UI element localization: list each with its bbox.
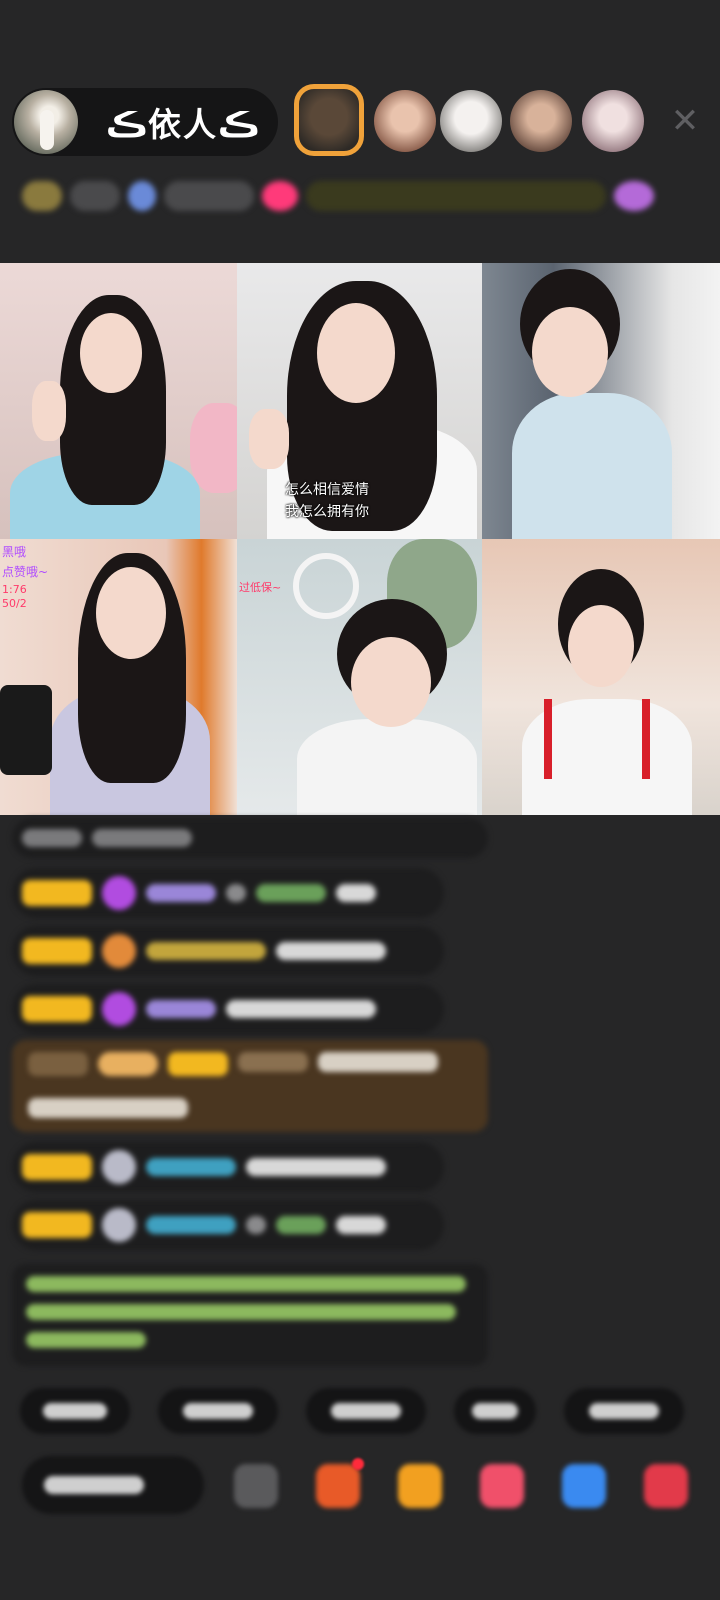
quick-reply-5[interactable] <box>564 1388 684 1434</box>
share-icon[interactable] <box>562 1464 606 1508</box>
level-badge <box>22 1154 92 1180</box>
video-grid: 怎么相信爱情 我怎么拥有你 黑哦 点赞哦~ 1:76 50/2 过低保~ <box>0 263 720 815</box>
video-tile-6[interactable] <box>482 539 720 815</box>
emoji-icon[interactable] <box>234 1464 278 1508</box>
guest-avatar-4[interactable] <box>510 90 572 152</box>
promo-message-line-2 <box>28 1098 188 1118</box>
host-name: ڪ依人ڪ <box>106 105 260 144</box>
overlay-text-2: 点赞哦~ <box>2 565 49 579</box>
treasure-icon[interactable] <box>316 1464 360 1508</box>
guest-avatar-5[interactable] <box>582 90 644 152</box>
level-badge <box>22 996 92 1022</box>
quick-reply-4[interactable] <box>454 1388 536 1434</box>
quick-reply-1[interactable] <box>20 1388 130 1434</box>
user-avatar <box>102 1208 136 1242</box>
chat-system-message <box>12 818 488 858</box>
guest-avatar-1[interactable] <box>294 84 364 156</box>
bottom-toolbar <box>22 1456 720 1516</box>
subtitle-line-2: 我怎么拥有你 <box>285 504 369 520</box>
diamond-icon <box>102 992 136 1026</box>
heart-gift-icon[interactable] <box>480 1464 524 1508</box>
user-avatar <box>102 1150 136 1184</box>
quick-reply-3[interactable] <box>306 1388 426 1434</box>
gift-box-icon[interactable] <box>398 1464 442 1508</box>
host-info-chip[interactable]: ڪ依人ڪ <box>12 88 278 156</box>
guest-avatar-3[interactable] <box>440 90 502 152</box>
microphone-stand <box>0 685 52 775</box>
more-icon[interactable] <box>644 1464 688 1508</box>
overlay-text-4: 50/2 <box>2 597 27 610</box>
diamond-icon <box>102 876 136 910</box>
guest-avatar-2[interactable] <box>374 90 436 152</box>
chat-message-4[interactable] <box>12 1142 444 1192</box>
strap-left <box>544 699 552 779</box>
video-tile-3[interactable] <box>482 263 720 539</box>
overlay-text-1: 黑哦 <box>2 545 27 559</box>
stats-bar[interactable] <box>22 170 698 222</box>
announcement-message <box>12 1264 488 1366</box>
video-tile-4[interactable]: 黑哦 点赞哦~ 1:76 50/2 <box>0 539 237 815</box>
video-tile-1[interactable] <box>0 263 237 539</box>
chat-message-1[interactable] <box>12 868 444 918</box>
notification-dot <box>352 1458 364 1470</box>
video-tile-2[interactable]: 怎么相信爱情 我怎么拥有你 <box>237 263 482 539</box>
level-badge <box>22 880 92 906</box>
chat-input[interactable] <box>22 1456 204 1514</box>
promo-message-content <box>28 1052 468 1078</box>
level-badge <box>22 938 92 964</box>
chat-message-2[interactable] <box>12 926 444 976</box>
ring-light-icon <box>293 553 359 619</box>
quick-reply-2[interactable] <box>158 1388 278 1434</box>
quick-reply-row <box>20 1388 684 1434</box>
level-badge <box>22 1212 92 1238</box>
subtitle-line-1: 怎么相信爱情 <box>285 482 369 498</box>
rank-badge-icon <box>22 181 62 211</box>
heart-icon <box>262 181 298 211</box>
hot-icon <box>128 181 156 211</box>
chat-message-3[interactable] <box>12 984 444 1034</box>
video-tile-5[interactable]: 过低保~ <box>237 539 482 815</box>
fan-badge-icon <box>102 934 136 968</box>
gift-icon <box>614 181 654 211</box>
close-icon[interactable]: ✕ <box>668 104 702 138</box>
host-avatar[interactable] <box>14 90 78 154</box>
overlay-text-5: 过低保~ <box>239 581 282 594</box>
chat-message-5[interactable] <box>12 1200 444 1250</box>
strap-right <box>642 699 650 779</box>
overlay-text-3: 1:76 <box>2 583 27 596</box>
